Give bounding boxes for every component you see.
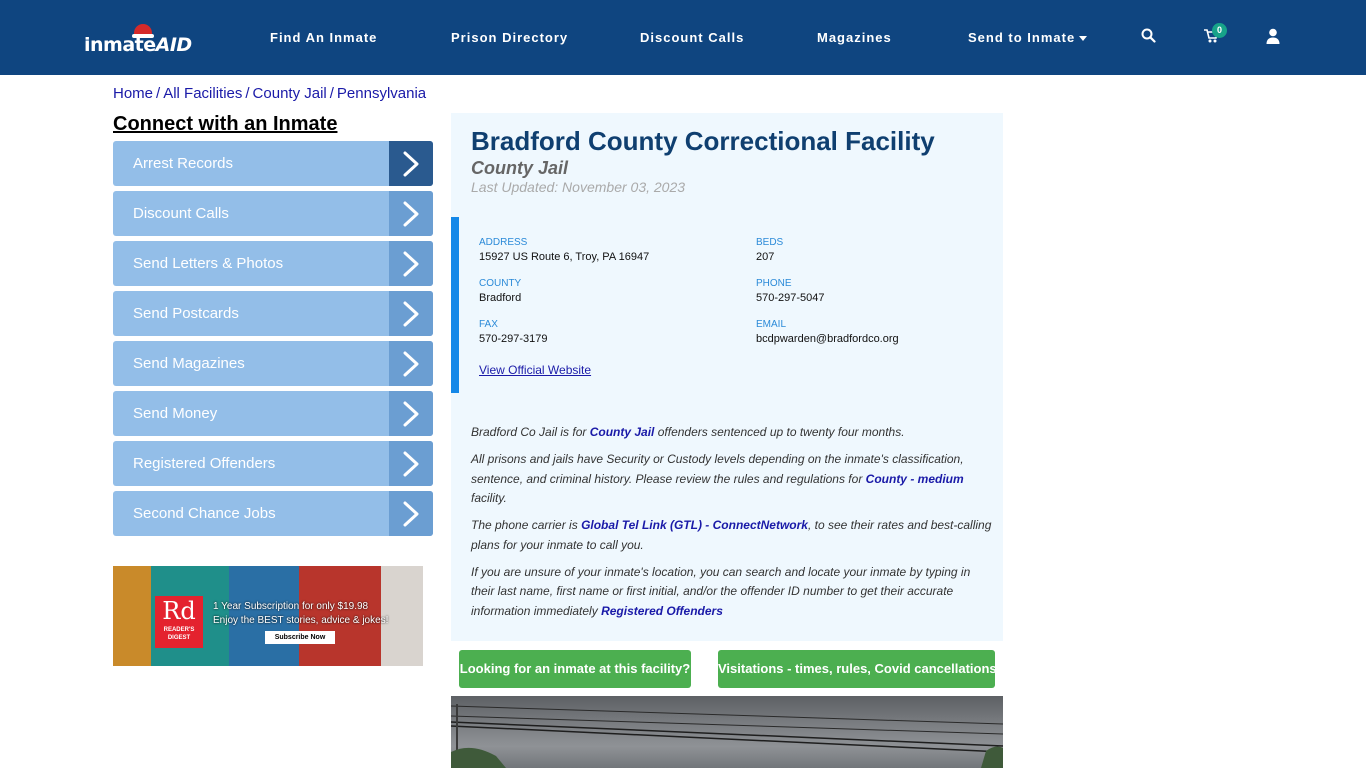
address-value: 15927 US Route 6, Troy, PA 16947 [479,251,650,263]
sidebar-item-discount-calls[interactable]: Discount Calls [113,191,433,236]
email-label: EMAIL [756,319,787,330]
logo-text: inmateAID [84,34,192,56]
sidebar-item-label: Discount Calls [133,205,229,222]
nav-send-to-inmate[interactable]: Send to Inmate [968,30,1088,45]
user-icon[interactable] [1266,28,1280,49]
sidebar-item-label: Send Postcards [133,305,239,322]
beds-field: BEDS 207 [756,237,783,263]
sidebar-menu: Arrest Records Discount Calls Send Letters… [113,141,433,541]
county-jail-link[interactable]: County Jail [590,425,655,439]
description-paragraph-4: If you are unsure of your inmate's locat… [471,564,971,618]
chevron-right-icon[interactable] [389,241,433,286]
county-medium-link[interactable]: County - medium [866,472,964,486]
beds-label: BEDS [756,237,784,248]
breadcrumb-pennsylvania[interactable]: Pennsylvania [337,85,426,102]
cart-count-badge: 0 [1212,23,1227,38]
chevron-right-icon[interactable] [389,341,433,386]
beds-value: 207 [756,251,775,263]
description-paragraph-2: All prisons and jails have Security or C… [471,452,964,505]
sidebar-item-label: Registered Offenders [133,455,276,472]
nav-discount-calls[interactable]: Discount Calls [640,30,744,45]
sidebar-item-second-chance-jobs[interactable]: Second Chance Jobs [113,491,433,536]
description-paragraph-3: The phone carrier is Global Tel Link (GT… [471,518,992,552]
gtl-connectnetwork-link[interactable]: Global Tel Link (GTL) - ConnectNetwork [581,518,808,532]
search-icon[interactable] [1141,28,1156,48]
sidebar-item-send-letters-and-photos[interactable]: Send Letters & Photos [113,241,433,286]
description-paragraph-1: Bradford Co Jail is for County Jail offe… [471,425,905,439]
address-field: ADDRESS 15927 US Route 6, Troy, PA 16947 [479,237,649,263]
nav-find-an-inmate[interactable]: Find An Inmate [270,30,377,45]
email-value: bcdpwarden@bradfordco.org [756,333,899,345]
email-field: EMAIL bcdpwarden@bradfordco.org [756,319,899,345]
sidebar-item-label: Send Letters & Photos [133,255,284,272]
visitations-button[interactable]: Visitations - times, rules, Covid cancel… [718,650,997,688]
facility-photo [451,696,1003,768]
phone-field: PHONE 570-297-5047 [756,278,825,304]
phone-value: 570-297-5047 [756,292,825,304]
phone-label: PHONE [756,278,792,289]
ad-line-1: 1 Year Subscription for only $19.98 [213,601,369,612]
ad-cover-1 [113,566,151,666]
inmateaid-logo[interactable]: inmateAID [84,22,192,56]
breadcrumb: Home / All Facilities / County Jail / Pennsylv… [113,85,427,102]
last-updated: Last Updated: November 03, 2023 [471,179,686,195]
nav-magazines[interactable]: Magazines [817,30,892,45]
sidebar-item-label: Arrest Records [133,155,234,172]
sidebar-item-label: Send Money [133,405,218,422]
nav-send-to-inmate-label: Send to Inmate [968,30,1076,45]
address-label: ADDRESS [479,237,528,248]
nav-prison-directory[interactable]: Prison Directory [451,30,568,45]
registered-offenders-link[interactable]: Registered Offenders [601,604,723,618]
chevron-right-icon[interactable] [389,141,433,186]
sidebar-item-arrest-records[interactable]: Arrest Records [113,141,433,186]
chevron-right-icon[interactable] [389,191,433,236]
breadcrumb-all-facilities[interactable]: All Facilities [163,85,242,102]
sidebar-item-send-money[interactable]: Send Money [113,391,433,436]
breadcrumb-home[interactable]: Home [113,85,153,102]
subscribe-now-button[interactable]: Subscribe Now [265,631,335,644]
county-label: COUNTY [479,278,522,289]
county-value: Bradford [479,292,522,304]
readers-digest-logo: Rd READER'S DIGEST [155,596,203,648]
chevron-right-icon[interactable] [389,441,433,486]
facility-info-box: ADDRESS 15927 US Route 6, Troy, PA 16947… [451,217,1003,393]
caret-down-icon [1079,36,1088,42]
sidebar-item-registered-offenders[interactable]: Registered Offenders [113,441,433,486]
facility-description: Bradford Co Jail is for County Jail offe… [471,423,996,629]
county-field: COUNTY Bradford [479,278,521,304]
fax-label: FAX [479,319,498,330]
sidebar-item-send-magazines[interactable]: Send Magazines [113,341,433,386]
chevron-right-icon[interactable] [389,291,433,336]
top-navbar: inmateAID Find An Inmate Prison Director… [0,0,1366,75]
sidebar-item-send-postcards[interactable]: Send Postcards [113,291,433,336]
fax-value: 570-297-3179 [479,333,548,345]
view-official-website-link[interactable]: View Official Website [479,363,591,377]
sidebar-item-label: Send Magazines [133,355,245,372]
breadcrumb-county-jail[interactable]: County Jail [253,85,327,102]
chevron-right-icon[interactable] [389,491,433,536]
facility-title: Bradford County Correctional Facility [471,126,935,156]
facility-card: Bradford County Correctional Facility Co… [451,113,1003,641]
fax-field: FAX 570-297-3179 [479,319,548,345]
chevron-right-icon[interactable] [389,391,433,436]
sidebar-item-label: Second Chance Jobs [133,505,276,522]
ad-line-2: Enjoy the BEST stories, advice & jokes! [213,615,389,626]
readers-digest-ad[interactable]: Rd READER'S DIGEST 1 Year Subscription f… [113,566,423,666]
facility-type: County Jail [471,158,569,178]
find-inmate-at-facility-button[interactable]: Looking for an inmate at this facility? [459,650,691,688]
connect-with-inmate-heading: Connect with an Inmate [113,113,338,135]
